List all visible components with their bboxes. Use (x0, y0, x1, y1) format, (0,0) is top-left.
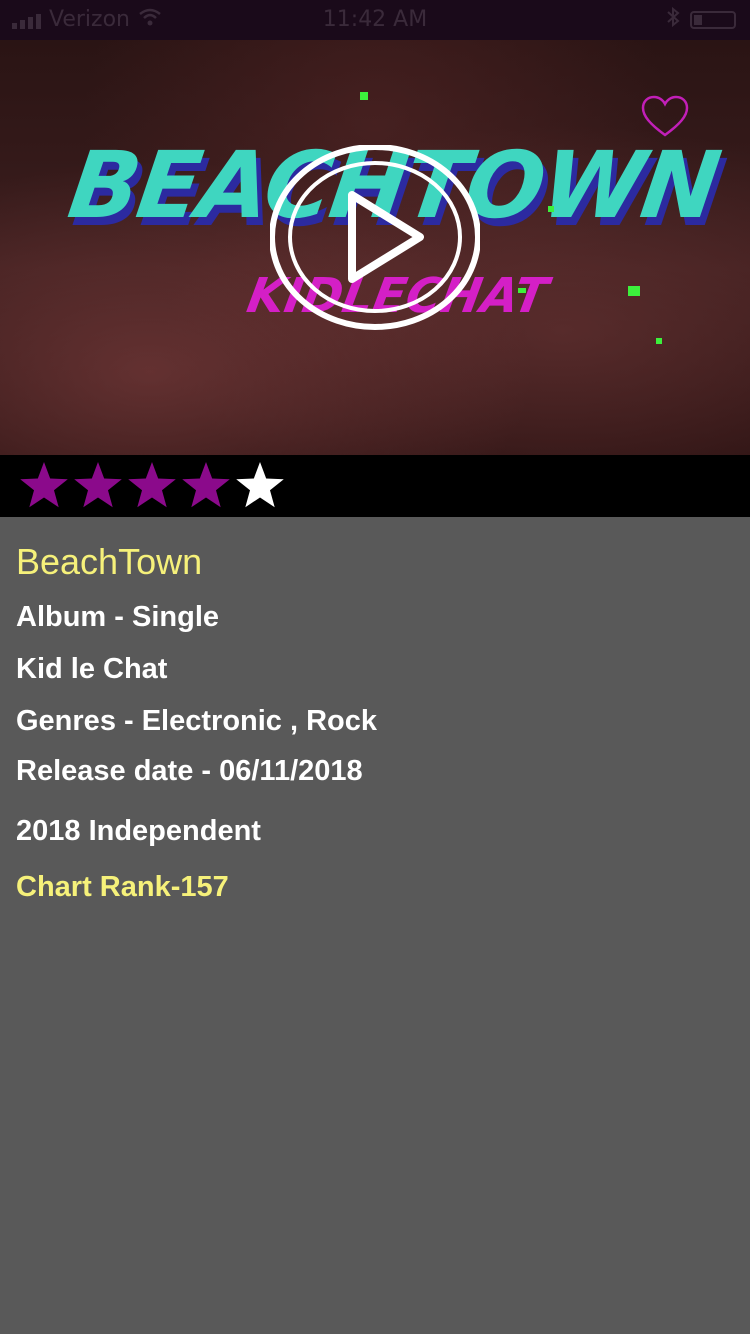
star-filled-icon[interactable] (126, 460, 178, 512)
star-filled-icon[interactable] (72, 460, 124, 512)
artwork-speck (518, 288, 526, 293)
album-type: Album - Single (16, 601, 219, 633)
artwork-speck (548, 206, 554, 212)
album-artwork-video[interactable]: BEACHTOWN KIDLECHAT (0, 40, 750, 455)
favorite-button[interactable] (640, 95, 690, 139)
play-button[interactable] (269, 144, 481, 330)
rating-bar (0, 455, 750, 517)
star-filled-icon[interactable] (180, 460, 232, 512)
artwork-speck (360, 92, 368, 100)
heart-outline-icon (641, 95, 689, 137)
artwork-speck (656, 338, 662, 344)
star-empty-icon[interactable] (234, 460, 286, 512)
play-circle-icon (269, 144, 481, 330)
status-time: 11:42 AM (322, 7, 428, 32)
artwork-speck (628, 286, 640, 296)
status-bar: Verizon 11:42 AM (0, 0, 750, 40)
copyright: 2018 Independent (16, 815, 261, 847)
track-title: BeachTown (16, 541, 203, 582)
star-filled-icon[interactable] (18, 460, 70, 512)
release-date: Release date - 06/11/2018 (16, 755, 363, 787)
battery-icon (690, 11, 736, 29)
chart-rank: Chart Rank-157 (16, 871, 229, 903)
genres: Genres - Electronic , Rock (16, 705, 378, 737)
status-right (666, 6, 736, 33)
bluetooth-icon (666, 6, 680, 33)
artist-name: Kid le Chat (16, 653, 168, 685)
star-rating[interactable] (18, 455, 286, 517)
